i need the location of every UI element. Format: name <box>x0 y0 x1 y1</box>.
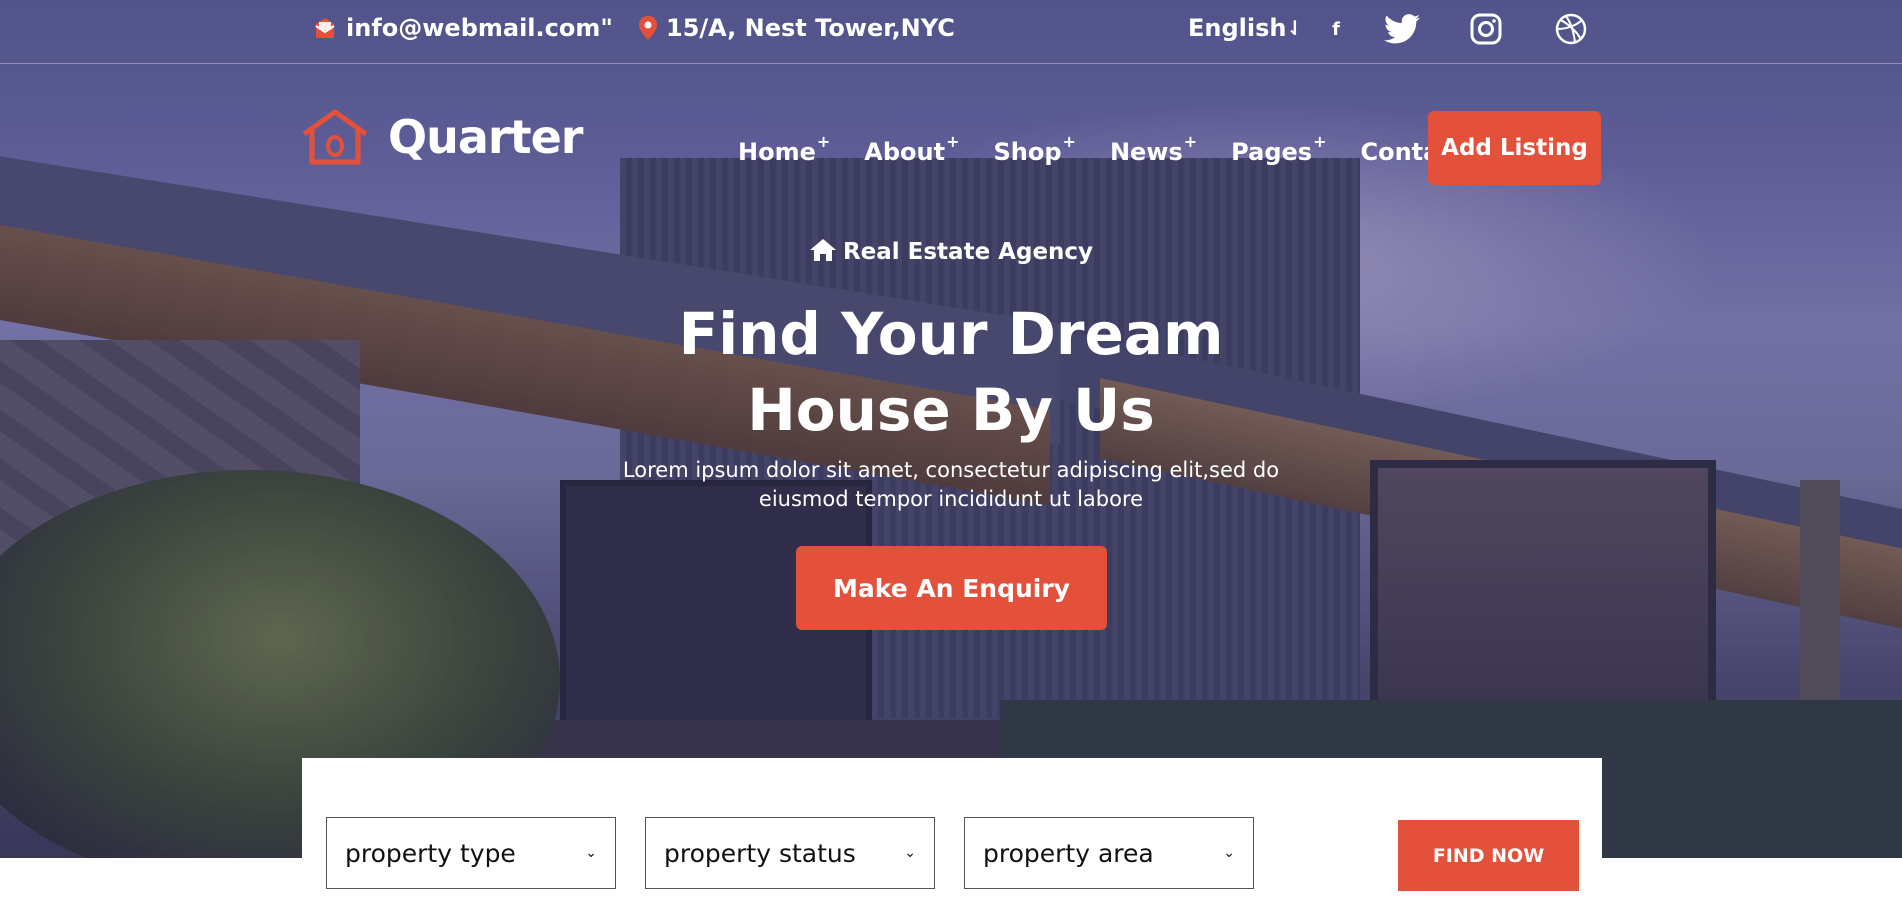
property-area-value: property area <box>983 838 1154 868</box>
home-icon <box>809 239 836 261</box>
hero-tagline-text: Real Estate Agency <box>842 239 1094 265</box>
property-type-value: property type <box>345 838 516 868</box>
add-listing-button[interactable]: Add Listing <box>1428 111 1601 185</box>
hero-tagline: Real Estate Agency <box>0 238 1902 265</box>
nav-item-label: Pages <box>1231 138 1313 166</box>
find-now-button[interactable]: FIND NOW <box>1398 820 1579 891</box>
brand-name: Quarter <box>388 110 583 164</box>
property-area-select[interactable]: property area ⌄ <box>964 817 1254 889</box>
instagram-icon[interactable] <box>1468 11 1504 47</box>
map-pin-icon <box>639 16 657 40</box>
language-arrow-icon: ⇃ <box>1286 16 1304 40</box>
property-status-value: property status <box>664 838 856 868</box>
nav-item-label: Home <box>738 138 816 166</box>
house-logo-icon <box>302 109 368 165</box>
chevron-down-icon: ⌄ <box>904 845 916 861</box>
hero-subtitle-line2: eiusmod tempor incididunt ut labore <box>758 487 1144 511</box>
nav-item-pages[interactable]: Pages+ <box>1231 132 1326 166</box>
nav-submenu-mark: + <box>1183 132 1198 151</box>
nav-item-shop[interactable]: Shop+ <box>993 132 1075 166</box>
hero-subtitle: Lorem ipsum dolor sit amet, consectetur … <box>0 456 1902 514</box>
chevron-down-icon: ⌄ <box>1223 845 1235 861</box>
contact-email[interactable]: info@webmail.com" <box>312 14 613 42</box>
main-nav: Home+ About+ Shop+ News+ Pages+ Contact+ <box>738 132 1513 166</box>
contact-address: 15/A, Nest Tower,NYC <box>638 14 955 42</box>
chevron-down-icon: ⌄ <box>585 845 597 861</box>
nav-submenu-mark: + <box>1062 132 1076 151</box>
contact-address-text: 15/A, Nest Tower,NYC <box>666 14 955 42</box>
language-selector[interactable]: English ⇃ <box>1188 14 1303 42</box>
dribbble-icon[interactable] <box>1553 11 1589 47</box>
nav-item-label: About <box>864 138 946 166</box>
language-label: English <box>1188 14 1287 42</box>
brand-logo[interactable]: Quarter <box>300 108 583 166</box>
nav-submenu-mark: + <box>946 132 960 151</box>
nav-item-label: Shop <box>993 138 1062 166</box>
make-enquiry-button[interactable]: Make An Enquiry <box>796 546 1107 630</box>
top-bar: info@webmail.com" 15/A, Nest Tower,NYC E… <box>0 0 1902 64</box>
contact-email-text: info@webmail.com" <box>346 14 613 42</box>
nav-item-about[interactable]: About+ <box>864 132 959 166</box>
mail-icon <box>315 18 335 38</box>
nav-submenu-mark: + <box>1313 132 1327 151</box>
nav-item-news[interactable]: News+ <box>1109 132 1197 166</box>
hero-title-line1: Find Your Dream <box>678 300 1224 368</box>
nav-item-label: News <box>1109 138 1183 166</box>
nav-submenu-mark: + <box>816 132 831 151</box>
property-search-panel: property type ⌄ property status ⌄ property… <box>302 758 1602 910</box>
nav-item-home[interactable]: Home+ <box>738 132 830 166</box>
twitter-icon[interactable] <box>1384 11 1420 47</box>
hero-title-line2: House By Us <box>747 376 1155 444</box>
property-type-select[interactable]: property type ⌄ <box>326 817 616 889</box>
hero-title: Find Your Dream House By Us <box>0 296 1902 448</box>
property-status-select[interactable]: property status ⌄ <box>645 817 935 889</box>
facebook-icon[interactable]: f <box>1318 11 1354 47</box>
hero-subtitle-line1: Lorem ipsum dolor sit amet, consectetur … <box>622 458 1280 482</box>
